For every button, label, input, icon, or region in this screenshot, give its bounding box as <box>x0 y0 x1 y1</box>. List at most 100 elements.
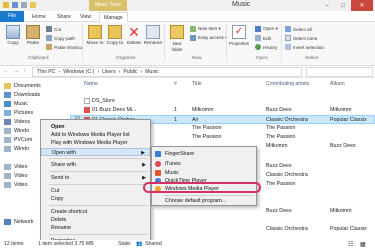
cut-button[interactable]: Cut <box>46 26 61 32</box>
list-item[interactable]: 01 Buzz Dees Mi... 1 Mitkomm Buzz Dees M… <box>70 106 375 115</box>
column-number[interactable]: # <box>174 81 177 87</box>
menu-item-label: Send to <box>51 175 70 181</box>
rename-button[interactable]: Rename <box>143 25 163 46</box>
copy-path-button[interactable]: Copy path <box>46 35 75 41</box>
tab-manage[interactable]: Manage <box>99 12 128 22</box>
select-all-button[interactable]: Select all <box>285 26 312 32</box>
large-icons-view-icon[interactable]: ▦ <box>360 241 366 248</box>
new-folder-button[interactable]: New folder <box>167 25 187 53</box>
submenu-item-music[interactable]: Music <box>152 169 256 177</box>
menu-separator <box>49 205 148 206</box>
menu-item-rename[interactable]: Rename <box>41 224 150 232</box>
history-button[interactable]: History <box>255 44 277 50</box>
back-arrow-icon[interactable]: ← <box>3 68 9 74</box>
menu-item-create-shortcut[interactable]: Create shortcut <box>41 208 150 216</box>
breadcrumb-music[interactable]: Music <box>145 69 159 75</box>
title-bar: Music Tools Music – □ ✕ <box>0 0 375 11</box>
maximize-button[interactable]: □ <box>335 0 351 11</box>
invert-selection-button[interactable]: Invert selection <box>285 44 324 50</box>
column-contributing-artists[interactable]: Contributing artists <box>266 81 309 87</box>
menu-item-open-with[interactable]: Open with ▶ <box>41 148 150 156</box>
track-album: Popular Classix <box>330 226 367 232</box>
edit-icon <box>255 35 261 41</box>
column-title[interactable]: Title <box>192 81 202 87</box>
invert-selection-label: Invert selection <box>293 44 324 50</box>
nav-item-windows-2[interactable]: Windo <box>4 144 29 153</box>
nav-item-windows[interactable]: Windo <box>4 126 29 135</box>
menu-item-play-with-wmp[interactable]: Play with Windows Media Player <box>41 139 150 147</box>
copy-to-button[interactable]: Copy to <box>105 25 125 46</box>
tab-home[interactable]: Home <box>28 12 50 22</box>
track-album: Popular Classix <box>330 117 367 123</box>
nav-item-network[interactable]: Network <box>4 217 33 226</box>
menu-item-copy[interactable]: Copy <box>41 195 150 203</box>
open-group-label: Open <box>256 56 268 61</box>
track-title: The Passion <box>266 181 296 187</box>
nav-item-pictures[interactable]: Pictures <box>4 108 33 117</box>
easy-access-label: Easy access ▾ <box>198 35 228 40</box>
downloads-folder-icon <box>4 91 11 98</box>
details-view-icon[interactable]: ☷ <box>348 241 353 248</box>
menu-item-send-to[interactable]: Send to ▶ <box>41 174 150 182</box>
open-with-submenu: FingerShare iTunes Music QuickTime Playe… <box>151 146 257 206</box>
breadcrumb-windows-c[interactable]: Windows (C:) <box>63 69 94 75</box>
new-item-button[interactable]: New item ▾ <box>190 26 221 32</box>
nav-item-label: Windo <box>14 145 30 152</box>
nav-item-downloads[interactable]: Downloads <box>4 90 40 99</box>
save-icon[interactable] <box>12 2 18 8</box>
properties-button[interactable]: ✓ Properties <box>228 25 250 47</box>
delete-label: Delete <box>127 41 141 46</box>
nav-item-label: PVCom <box>14 136 33 143</box>
file-name: 01 Buzz Dees Mi... <box>92 107 137 113</box>
address-bar[interactable]: This PC › Windows (C:) › Users › Public … <box>32 67 302 77</box>
column-name[interactable]: Name <box>84 81 98 87</box>
up-arrow-icon[interactable]: ↑ <box>23 68 26 74</box>
list-item[interactable]: DS_Store <box>70 97 375 106</box>
select-none-button[interactable]: Select none <box>285 35 317 41</box>
folder-icon[interactable] <box>3 2 9 8</box>
delete-button[interactable]: ✕ Delete <box>125 25 143 46</box>
column-album[interactable]: Album <box>330 81 345 87</box>
submenu-item-choose-default[interactable]: Choose default program... <box>152 197 256 205</box>
menu-item-open[interactable]: Open <box>41 123 150 131</box>
search-input[interactable] <box>306 67 373 77</box>
chevron-right-icon: ▶ <box>142 162 146 168</box>
minimize-button[interactable]: – <box>319 0 335 11</box>
nav-item-music[interactable]: Music <box>4 99 28 108</box>
copy-button[interactable]: Copy <box>4 25 22 46</box>
menu-item-cut[interactable]: Cut <box>41 187 150 195</box>
breadcrumb-separator: › <box>140 69 143 75</box>
edit-button[interactable]: Edit <box>255 35 271 41</box>
nav-item-video-2[interactable]: Video <box>4 171 27 180</box>
nav-item-video-3[interactable]: Video <box>4 180 27 189</box>
breadcrumb-this-pc[interactable]: This PC <box>37 69 55 75</box>
paste-shortcut-button[interactable]: Paste shortcut <box>46 44 83 50</box>
track-title: Mitkomm <box>266 143 288 149</box>
breadcrumb-users[interactable]: Users <box>102 69 116 75</box>
open-button[interactable]: Open ▾ <box>255 26 278 32</box>
menu-item-delete[interactable]: Delete <box>41 216 150 224</box>
new-folder-icon[interactable] <box>30 2 36 8</box>
menu-item-add-to-wmp-list[interactable]: Add to Windows Media Player list <box>41 131 150 139</box>
properties-icon[interactable] <box>21 2 27 8</box>
forward-arrow-icon[interactable]: → <box>13 68 19 74</box>
paste-button[interactable]: Paste <box>24 25 42 46</box>
track-title: The Passion <box>192 125 222 131</box>
nav-item-videos[interactable]: Videos <box>4 117 30 126</box>
submenu-item-itunes[interactable]: iTunes <box>152 160 256 168</box>
tab-share[interactable]: Share <box>53 12 75 22</box>
track-album: Mitkomm <box>330 107 352 113</box>
menu-item-share-with[interactable]: Share with ▶ <box>41 161 150 169</box>
nav-item-documents[interactable]: Documents <box>4 81 41 90</box>
tab-view[interactable]: View <box>76 12 95 22</box>
nav-item-video[interactable]: Video <box>4 162 27 171</box>
item-count: 12 items <box>4 241 24 247</box>
breadcrumb-public[interactable]: Public <box>123 69 137 75</box>
easy-access-button[interactable]: Easy access ▾ <box>190 35 227 41</box>
track-album: Mitkomm <box>330 208 352 214</box>
nav-item-pvcom[interactable]: PVCom <box>4 135 32 144</box>
move-to-button[interactable]: Move to <box>85 25 105 46</box>
tab-file[interactable]: File <box>0 11 24 22</box>
submenu-item-fingershare[interactable]: FingerShare <box>152 150 256 158</box>
close-button[interactable]: ✕ <box>351 0 373 11</box>
